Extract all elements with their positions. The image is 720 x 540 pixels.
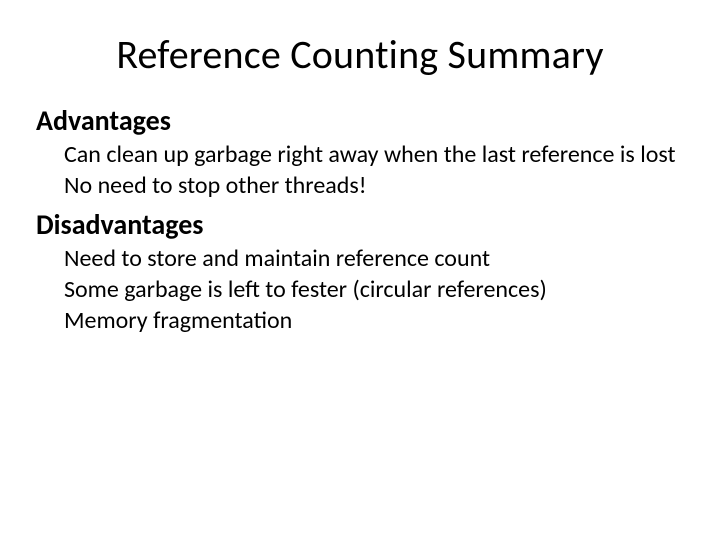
list-item-text: No need to stop other threads!	[64, 171, 367, 200]
section-body-advantages: Can clean up garbage right away when the…	[64, 140, 684, 201]
section-heading-advantages: Advantages	[36, 103, 684, 138]
list-item: Memory fragmentation	[64, 306, 684, 335]
list-item-text: Memory fragmentation	[64, 306, 292, 335]
slide: Reference Counting Summary Advantages Ca…	[0, 0, 720, 540]
slide-title: Reference Counting Summary	[36, 30, 684, 79]
section-heading-disadvantages: Disadvantages	[36, 207, 684, 242]
list-item: Some garbage is left to fester (circular…	[64, 275, 684, 304]
list-item-text: Some garbage is left to fester (circular…	[64, 275, 547, 304]
list-item: No need to stop other threads!	[64, 171, 684, 200]
list-item-text: Can clean up garbage right away when the…	[64, 140, 676, 169]
list-item-text: Need to store and maintain reference cou…	[64, 244, 490, 273]
list-item: Need to store and maintain reference cou…	[64, 244, 684, 273]
list-item: Can clean up garbage right away when the…	[64, 140, 684, 169]
section-body-disadvantages: Need to store and maintain reference cou…	[64, 244, 684, 336]
